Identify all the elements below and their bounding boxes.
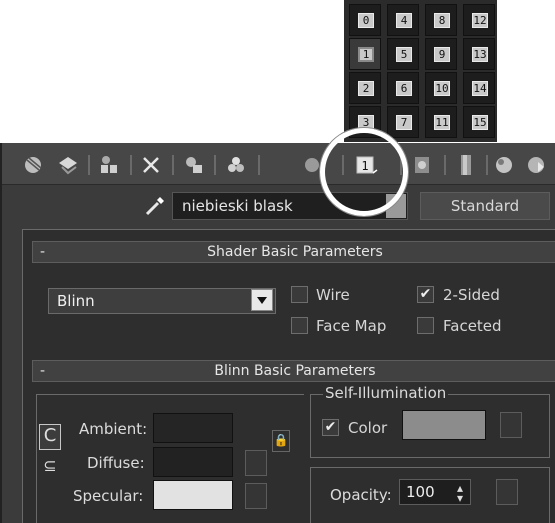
toolbar-separator [258,155,260,175]
active-slot-button[interactable]: 1 [354,153,378,177]
sample-slot-label: 3 [358,115,374,130]
specular-map-button[interactable] [245,483,267,509]
material-editor-panel: 1 niebieski blask Standard - Shader Basi… [0,143,555,523]
sample-slot-label: 8 [434,13,450,28]
blinn-basic-rollout-header[interactable]: - Blinn Basic Parameters [32,360,555,382]
sample-slot-10[interactable]: 10 [425,72,457,104]
diffuse-label: Diffuse: [87,454,145,472]
rollout-title: Shader Basic Parameters [207,244,383,260]
toolbar-separator [342,155,344,175]
sample-slot-label: 14 [472,81,488,96]
sample-slot-7[interactable]: 7 [387,106,419,138]
sample-slot-flyout: 0 4 8 12 1 5 9 13 2 6 10 14 3 7 11 15 [344,0,497,142]
toolbar-separator [444,155,446,175]
parameters-area: - Shader Basic Parameters Blinn Wire ✔ 2… [22,229,555,523]
self-illum-color-swatch[interactable] [402,410,486,440]
ambient-color-swatch[interactable] [153,413,233,443]
ambient-label: Ambient: [79,420,148,438]
sample-slot-label: 0 [358,13,374,28]
reset-map-icon[interactable] [139,153,163,177]
face-map-checkbox[interactable] [291,317,308,334]
shader-basic-rollout-header[interactable]: - Shader Basic Parameters [32,241,555,263]
put-to-scene-icon[interactable] [56,153,80,177]
toolbar-separator [172,155,174,175]
sample-slot-label: 9 [434,47,450,62]
toolbar-separator [130,155,132,175]
show-map-in-viewport-icon[interactable] [410,153,434,177]
sample-slot-label: 7 [396,115,412,130]
material-name-field[interactable]: niebieski blask [172,192,408,220]
sample-slot-9[interactable]: 9 [425,38,457,70]
assign-to-selection-icon[interactable] [97,153,121,177]
two-sided-label: 2-Sided [443,286,500,304]
go-forward-to-sibling-icon[interactable] [524,153,548,177]
diffuse-map-button[interactable] [245,450,267,476]
toolbar-separator [400,155,402,175]
sample-slot-11[interactable]: 11 [425,106,457,138]
sample-slot-label: 5 [396,47,412,62]
material-type-button[interactable]: Standard [420,192,550,220]
material-name-dropdown-button[interactable] [386,194,406,218]
sample-slot-label: 10 [434,81,450,96]
self-illumination-title: Self-Illumination [323,384,449,402]
material-name-row: niebieski blask Standard [2,186,555,226]
sample-slot-label: 12 [472,13,488,28]
specular-label: Specular: [73,487,144,505]
shader-type-dropdown[interactable]: Blinn [48,288,276,314]
chevron-down-icon[interactable] [251,289,273,311]
opacity-map-button[interactable] [496,479,518,505]
sample-slot-2[interactable]: 2 [349,72,381,104]
make-unique-icon[interactable] [182,153,206,177]
two-sided-checkbox[interactable]: ✔ [417,286,434,303]
sample-slot-1[interactable]: 1 [349,38,381,70]
lock-diffuse-specular-button[interactable]: ⊆ [39,456,61,478]
sample-slot-13[interactable]: 13 [463,38,495,70]
sample-slot-0[interactable]: 0 [349,4,381,36]
rollout-title: Blinn Basic Parameters [214,363,376,379]
sample-slot-14[interactable]: 14 [463,72,495,104]
toolbar-separator [214,155,216,175]
go-to-parent-icon[interactable] [492,153,516,177]
opacity-label: Opacity: [330,486,392,504]
sample-slot-6[interactable]: 6 [387,72,419,104]
wire-checkbox[interactable] [291,286,308,303]
eyedropper-icon[interactable] [144,195,166,217]
self-illum-color-label: Color [348,419,388,437]
toolbar-separator [486,155,488,175]
lock-icon[interactable]: 🔒 [272,430,290,452]
opacity-spinner[interactable]: ▴ ▾ [452,482,468,504]
self-illum-color-checkbox[interactable]: ✔ [322,419,339,436]
sample-slot-5[interactable]: 5 [387,38,419,70]
sample-slot-label: 4 [396,13,412,28]
show-end-result-icon[interactable] [454,153,478,177]
sample-slot-label: 6 [396,81,412,96]
sample-slot-label: 1 [358,47,374,62]
sample-slot-15[interactable]: 15 [463,106,495,138]
put-to-library-icon[interactable] [224,153,248,177]
sample-slot-label: 13 [472,47,488,62]
sample-slot-3[interactable]: 3 [349,106,381,138]
wire-label: Wire [316,286,350,304]
sample-slot-label: 11 [434,115,450,130]
sample-slot-4[interactable]: 4 [387,4,419,36]
sample-slot-label: 2 [358,81,374,96]
toolbar-separator [88,155,90,175]
diffuse-color-swatch[interactable] [153,447,233,477]
sample-slot-label: 15 [472,115,488,130]
faceted-checkbox[interactable] [417,317,434,334]
get-material-icon[interactable] [22,153,46,177]
sample-slot-8[interactable]: 8 [425,4,457,36]
specular-color-swatch[interactable] [153,480,233,510]
sample-slot-12[interactable]: 12 [463,4,495,36]
lock-ambient-diffuse-button[interactable]: C [39,424,61,450]
material-editor-toolbar: 1 [2,143,555,185]
self-illum-map-button[interactable] [500,412,522,438]
collapse-minus: - [40,363,46,379]
material-id-channel-icon[interactable] [300,153,324,177]
active-slot-button-label: 1 [361,159,368,173]
face-map-label: Face Map [316,317,387,335]
faceted-label: Faceted [443,317,502,335]
collapse-minus: - [40,244,46,260]
